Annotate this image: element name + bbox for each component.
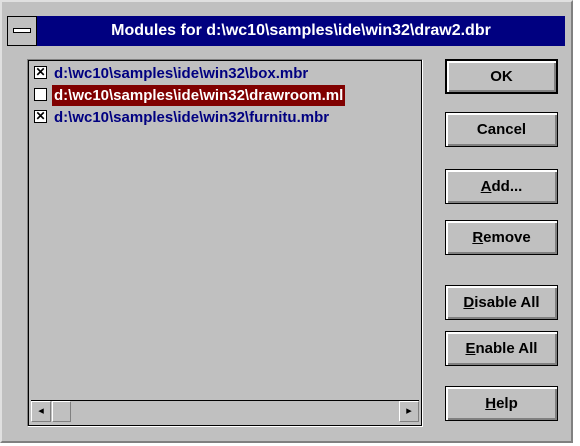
ok-button[interactable]: OK	[445, 59, 558, 94]
scroll-left-icon[interactable]: ◂	[31, 401, 51, 422]
list-item[interactable]: ✕ d:\wc10\samples\ide\win32\box.mbr	[34, 63, 310, 84]
horizontal-scrollbar[interactable]: ◂ ▸	[31, 400, 419, 423]
module-path: d:\wc10\samples\ide\win32\box.mbr	[54, 65, 309, 82]
disable-all-button[interactable]: Disable All	[445, 285, 558, 320]
disable-all-mnemonic: D	[463, 294, 475, 311]
scroll-thumb[interactable]	[52, 401, 71, 422]
remove-mnemonic: R	[472, 229, 484, 246]
enable-all-button[interactable]: Enable All	[445, 331, 558, 366]
modules-dialog: Modules for d:\wc10\samples\ide\win32\dr…	[0, 0, 573, 443]
cancel-button[interactable]: Cancel	[445, 112, 558, 147]
module-path: d:\wc10\samples\ide\win32\drawroom.ml	[52, 85, 346, 106]
list-item[interactable]: d:\wc10\samples\ide\win32\drawroom.ml	[34, 85, 346, 106]
checkbox-checked-icon[interactable]: ✕	[34, 65, 47, 79]
disable-all-label: isable All	[474, 294, 540, 311]
checkbox-checked-icon[interactable]: ✕	[34, 109, 47, 123]
add-button[interactable]: Add...	[445, 169, 558, 204]
add-mnemonic: A	[480, 178, 492, 195]
remove-button[interactable]: Remove	[445, 220, 558, 255]
enable-all-mnemonic: E	[465, 340, 476, 357]
remove-label: emove	[483, 229, 531, 246]
add-label: dd...	[491, 178, 523, 195]
help-mnemonic: H	[485, 395, 497, 412]
dialog-title: Modules for d:\wc10\samples\ide\win32\dr…	[111, 22, 491, 39]
title-bar: Modules for d:\wc10\samples\ide\win32\dr…	[7, 16, 565, 46]
module-path: d:\wc10\samples\ide\win32\furnitu.mbr	[54, 109, 330, 126]
system-menu-icon[interactable]	[7, 16, 37, 46]
modules-listbox[interactable]: ✕ d:\wc10\samples\ide\win32\box.mbr d:\wc…	[27, 59, 423, 427]
help-button[interactable]: Help	[445, 386, 558, 421]
checkbox-unchecked-icon[interactable]	[34, 87, 47, 101]
enable-all-label: nable All	[475, 340, 538, 357]
scroll-right-icon[interactable]: ▸	[399, 401, 419, 422]
list-item[interactable]: ✕ d:\wc10\samples\ide\win32\furnitu.mbr	[34, 107, 331, 128]
help-label: elp	[496, 395, 518, 412]
